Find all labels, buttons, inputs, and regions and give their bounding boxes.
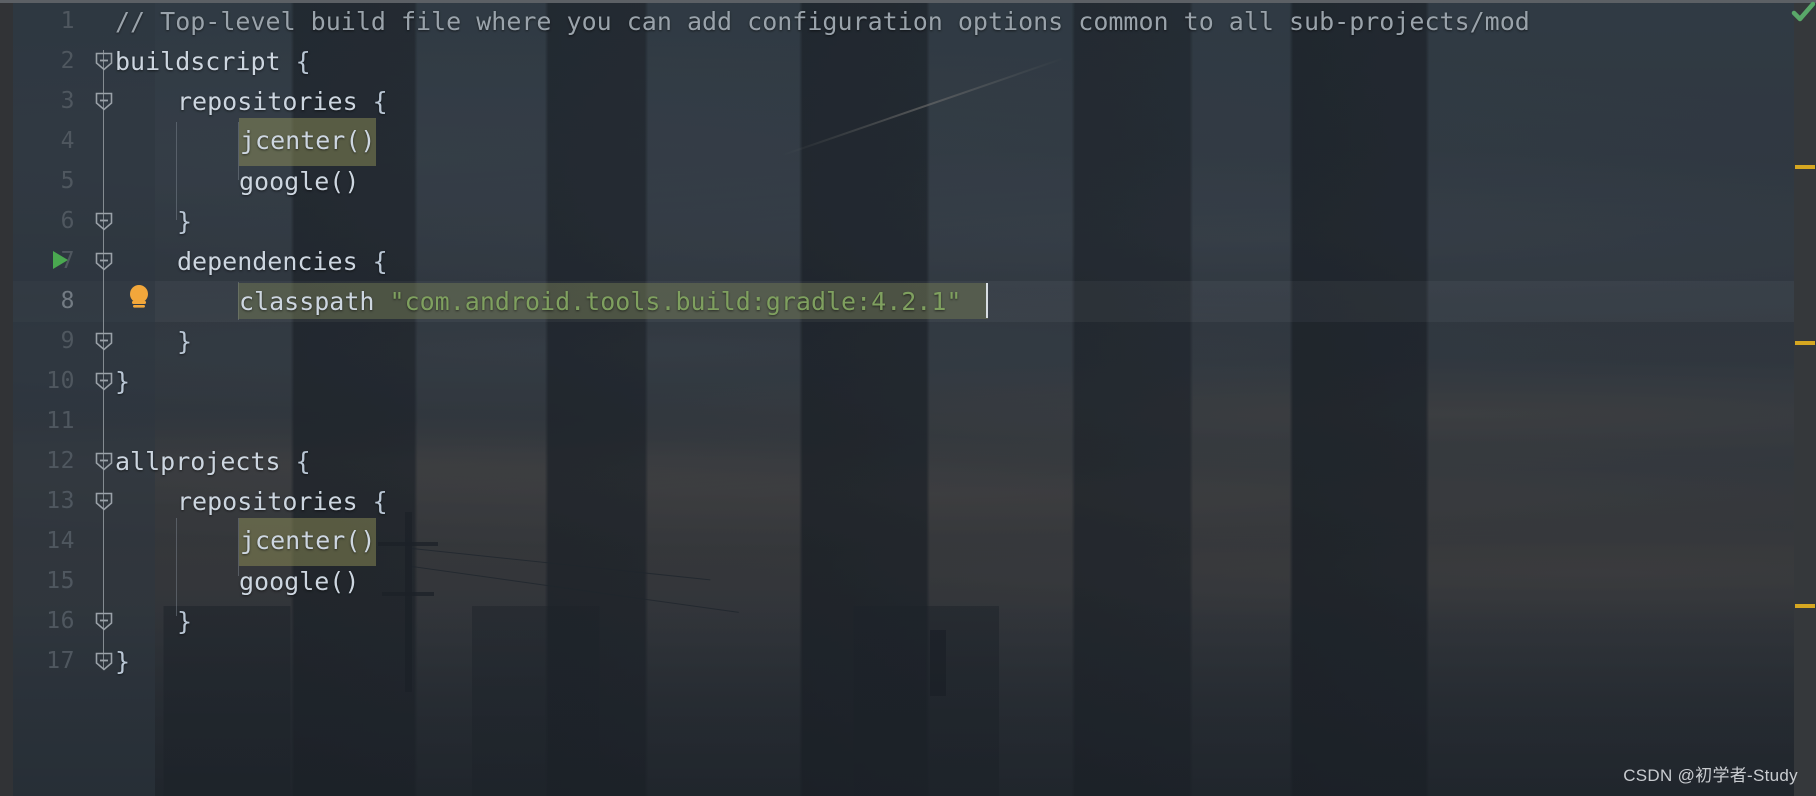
code-token-hl: jcenter() [239, 118, 377, 166]
code-line[interactable]: } [177, 322, 192, 362]
code-token-brace: } [115, 647, 131, 676]
error-stripe-mark-warning[interactable] [1795, 165, 1815, 169]
code-text-layer[interactable]: // Top-level build file where you can ad… [0, 0, 1816, 796]
code-line[interactable]: allprojects { [115, 442, 311, 482]
code-token-plain: google() [239, 567, 360, 596]
code-token-brace: { [372, 87, 388, 116]
code-token-brace: { [295, 447, 311, 476]
inspection-status-check-icon[interactable] [1790, 0, 1816, 26]
code-token-plain: dependencies [177, 247, 373, 276]
code-line[interactable]: // Top-level build file where you can ad… [115, 2, 1530, 42]
code-token-comment: // Top-level build file where you can ad… [115, 7, 1530, 36]
code-token-brace: } [177, 607, 193, 636]
code-token-string: "com.android.tools.build:gradle:4.2.1" [389, 287, 962, 316]
code-line[interactable]: google() [239, 562, 359, 602]
code-token-brace: } [177, 327, 193, 356]
code-line[interactable]: } [177, 602, 192, 642]
code-token-brace: { [372, 247, 388, 276]
code-token-plain: repositories [177, 487, 373, 516]
code-token-hl: jcenter() [239, 518, 377, 566]
code-token-brace: { [372, 487, 388, 516]
code-token-brace: } [115, 367, 131, 396]
code-line[interactable]: jcenter() [239, 118, 377, 166]
code-line[interactable]: google() [239, 162, 359, 202]
code-line[interactable]: } [177, 202, 192, 242]
code-token-plain: google() [239, 167, 360, 196]
code-line[interactable]: dependencies { [177, 242, 388, 282]
csdn-watermark: CSDN @初学者-Study [1623, 766, 1798, 785]
code-line[interactable]: jcenter() [239, 518, 377, 566]
error-stripe-mark-warning[interactable] [1795, 341, 1815, 345]
code-token-brace: { [295, 47, 311, 76]
code-token-plain: allprojects [115, 447, 296, 476]
code-editor[interactable]: 1234567891011121314151617 // Top-level b… [0, 0, 1816, 796]
code-line[interactable]: classpath "com.android.tools.build:gradl… [239, 282, 961, 322]
code-token-brace: } [177, 207, 193, 236]
error-stripe-gutter[interactable] [1794, 0, 1816, 796]
editor-top-border [0, 0, 1816, 3]
error-stripe-mark-warning[interactable] [1795, 604, 1815, 608]
text-caret [986, 283, 988, 318]
code-token-plain: repositories [177, 87, 373, 116]
code-line[interactable]: } [115, 362, 130, 402]
code-line[interactable]: repositories { [177, 82, 388, 122]
code-line[interactable]: } [115, 642, 130, 682]
code-token-plain: classpath [239, 287, 390, 316]
code-line[interactable]: repositories { [177, 482, 388, 522]
code-token-plain: buildscript [115, 47, 296, 76]
code-line[interactable]: buildscript { [115, 42, 311, 82]
